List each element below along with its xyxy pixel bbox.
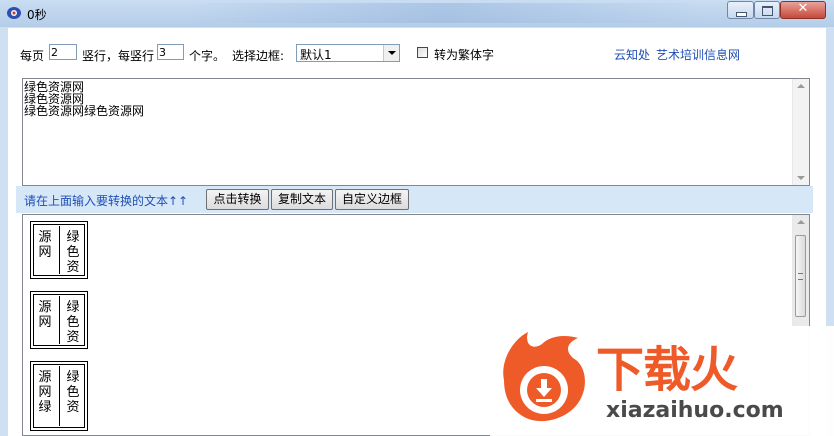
traditional-checkbox[interactable] <box>417 47 428 58</box>
page-column: 绿色资 <box>66 370 80 415</box>
app-icon <box>7 7 21 19</box>
convert-button[interactable]: 点击转换 <box>206 189 269 210</box>
taskbar-blur <box>185 3 705 23</box>
watermark-brand: 下载火 <box>596 342 738 398</box>
minimize-button[interactable] <box>727 1 754 19</box>
page-column: 绿色资 <box>66 300 80 345</box>
chars-per-column-input[interactable] <box>157 44 184 60</box>
border-select-value: 默认1 <box>300 48 332 62</box>
input-textarea[interactable]: 绿色资源网 绿色资源网 绿色资源网绿色资源网 <box>22 78 810 186</box>
border-select[interactable]: 默认1 <box>296 44 400 62</box>
window-title: 0秒 <box>27 8 47 22</box>
scroll-down-icon[interactable] <box>797 176 805 180</box>
per-page-input[interactable] <box>49 44 77 60</box>
output-page: 源网 绿色资 <box>30 291 88 349</box>
border-label: 选择边框: <box>232 49 285 63</box>
title-bar[interactable]: 0秒 ✕ <box>0 0 834 27</box>
scroll-thumb[interactable] <box>795 235 806 317</box>
input-scrollbar[interactable] <box>792 79 809 185</box>
scroll-up-icon[interactable] <box>797 84 805 88</box>
action-bar: 请在上面输入要转换的文本↑↑ 点击转换 复制文本 自定义边框 <box>16 186 813 213</box>
column-divider <box>59 226 60 274</box>
flame-logo-icon <box>503 332 585 422</box>
copy-text-button[interactable]: 复制文本 <box>271 189 333 210</box>
link-art-training[interactable]: 艺术培训信息网 <box>656 46 740 63</box>
chars-label: 个字。 <box>189 49 226 63</box>
output-page: 源网绿 绿色资 <box>30 361 88 431</box>
maximize-button[interactable] <box>754 1 780 19</box>
per-page-label: 每页 <box>20 49 45 63</box>
close-button[interactable]: ✕ <box>780 1 826 19</box>
columns-label: 竖行，每竖行 <box>82 49 155 63</box>
output-page: 源网 绿色资 <box>30 221 88 279</box>
page-column: 源网绿 <box>38 370 52 415</box>
watermark-site: xiazaihuo.com <box>606 398 784 423</box>
scroll-up-icon[interactable] <box>797 220 805 224</box>
column-divider <box>59 366 60 426</box>
close-icon: ✕ <box>797 1 809 16</box>
custom-border-button[interactable]: 自定义边框 <box>335 189 409 210</box>
page-column: 绿色资 <box>66 230 80 275</box>
link-yunzhichu[interactable]: 云知处 <box>614 46 650 63</box>
watermark-logo: 下载火 xiazaihuo.com <box>490 326 834 436</box>
traditional-label: 转为繁体字 <box>434 48 495 62</box>
column-divider <box>59 296 60 344</box>
app-window: 0秒 ✕ 每页 竖行，每竖行 个字。 选择边框: 默认1 转为繁体字 云知处 艺… <box>0 0 834 436</box>
input-hint: 请在上面输入要转换的文本↑↑ <box>24 194 189 208</box>
input-line: 绿色资源网绿色资源网 <box>24 104 145 118</box>
page-column: 源网 <box>38 230 52 260</box>
page-column: 源网 <box>38 300 52 330</box>
chevron-down-icon[interactable] <box>383 45 399 61</box>
